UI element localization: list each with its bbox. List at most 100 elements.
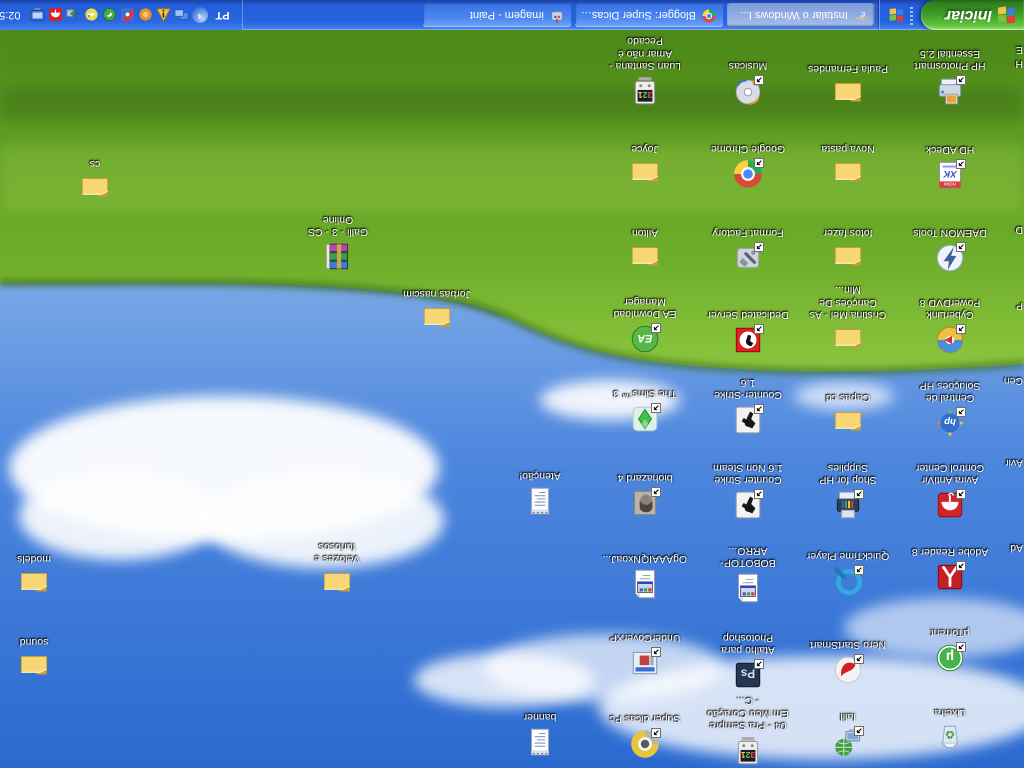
network-pair-tray-icon[interactable] [174, 8, 189, 23]
desktop-icon-lalil[interactable]: lalil [806, 711, 890, 759]
folder-icon [420, 302, 454, 336]
desktop-icon-central-de-solu-es-hp[interactable]: hpCentral de Soluções HP [908, 379, 992, 440]
desktop-icon-torrent[interactable]: µµTorrent [908, 627, 992, 675]
desktop-icon-04-pra-sempre-em-meu-cora-o-c[interactable]: 32104 - Pra Sempre Em Meu Coração - C... [706, 695, 790, 768]
desktop-icon-biohazard-4[interactable]: biohazard 4 [603, 472, 687, 520]
clipped-label-fragment: Cen [1004, 375, 1023, 387]
red-blue-app-tray-icon[interactable] [120, 8, 135, 23]
desktop-icon-format-factory[interactable]: Format Factory [706, 227, 790, 275]
desktop-icon-quicktime-player[interactable]: QuickTime Player [806, 550, 890, 598]
desktop-icon-banner[interactable]: banner [498, 711, 582, 759]
desktop-icon-velozes-e-furiosos[interactable]: Velozes e furiosos [295, 540, 379, 601]
desktop-icon-daemon-tools[interactable]: DAEMON Tools [908, 227, 992, 275]
green-app-tray-icon[interactable] [102, 8, 117, 23]
desktop-icon-dedicated-server[interactable]: Dedicated Server [706, 309, 790, 357]
desktop-icon-label: Galli - 3 - CS Online [296, 213, 380, 238]
shortcut-arrow-icon [651, 728, 661, 738]
hp-photosmart-icon [933, 74, 967, 108]
image-file-icon [628, 567, 662, 601]
desktop-icon-label: The Sims™ 3 [603, 388, 687, 400]
taskbar-task-instalar-o-windows-i[interactable]: eInstalar o Windows I... [727, 3, 875, 27]
desktop-icon-jorbas-nascim[interactable]: Jorbas nascim [395, 288, 479, 336]
desktop-icon-capas-cd[interactable]: Capas cd [806, 392, 890, 440]
globe-pc-icon [831, 725, 865, 759]
desktop-icon-the-sims-3[interactable]: The Sims™ 3 [603, 388, 687, 436]
tray-chevron-icon[interactable]: ‹ [192, 7, 208, 23]
desktop-icon-joyce[interactable]: Joyce [603, 143, 687, 191]
desktop-icon-ailton[interactable]: Ailton [603, 227, 687, 275]
start-button-label: Iniciar [945, 6, 992, 24]
svg-text:hp: hp [944, 416, 956, 427]
desktop-icon-sound[interactable]: sound [0, 636, 76, 684]
desktop-icon-hd-adeck[interactable]: HDMIXKHD ADeck [908, 144, 992, 192]
desktop-icon-ea-download-manager[interactable]: EAEA Download Manager [603, 295, 687, 356]
desktop-icon-nova-pasta[interactable]: Nova pasta [806, 143, 890, 191]
desktop-icon-label: Lixeira [908, 707, 992, 719]
desktop-icon-counter-strike-1-6[interactable]: Counter-Strike 1.6 [706, 376, 790, 437]
avira-tray-icon[interactable] [48, 8, 63, 23]
desktop-icon-cristina-mel-as-can-es-de-min[interactable]: Cristina Mel - As Canções De Min... [806, 284, 890, 357]
desktop-icon-ogaaaiqnxoaj[interactable]: OgAAAIQNxoaJ... [603, 553, 687, 601]
task-label: Blogger: Super Dicas ... [581, 9, 696, 21]
shortcut-arrow-icon [854, 489, 864, 499]
desktop-icon-label: cs [53, 158, 137, 170]
green-arrow-tray-icon[interactable] [66, 8, 81, 23]
taskbar-task-imagem-paint[interactable]: imagem - Paint [423, 3, 571, 27]
desktop-icon-shop-for-hp-supplies[interactable]: Shop for HP Supplies [806, 461, 890, 522]
clipped-label-fragment: Avir [1005, 457, 1023, 469]
orange-app-tray-icon[interactable] [138, 8, 153, 23]
desktop-icon-label: Google Chrome [706, 143, 790, 155]
clipped-label-fragment: E [1016, 44, 1023, 56]
shortcut-arrow-icon [956, 324, 966, 334]
desktop-icon-label: models [0, 553, 76, 565]
svg-text:XK: XK [942, 168, 957, 179]
desktop-icon-nero-startsmart[interactable]: Nero StartSmart [806, 639, 890, 687]
taskbar-task-blogger-super-dicas[interactable]: Blogger: Super Dicas ... [575, 3, 723, 27]
shortcut-arrow-icon [956, 642, 966, 652]
warning-tray-icon[interactable] [156, 8, 171, 23]
folder-icon [628, 241, 662, 275]
svg-text:Ps: Ps [740, 667, 755, 680]
chrome-icon [701, 6, 717, 25]
desktop-icon-musicas[interactable]: Musicas [706, 60, 790, 108]
desktop-icon-bobotop-arro[interactable]: BOBOTOP-ARRO... [706, 544, 790, 605]
desktop-icon-cs[interactable]: cs [53, 158, 137, 206]
desktop-icon-cyberlink-powerdvd-8[interactable]: CyberLink PowerDVD 8 [908, 296, 992, 357]
shortcut-arrow-icon [956, 242, 966, 252]
desktop-icon-super-dicas-pc[interactable]: Super dicas Pc [603, 713, 687, 761]
desktop-icon-paula-fernandes[interactable]: Paula Fernandes [806, 63, 890, 111]
hdadeck-icon: HDMIXK [933, 158, 967, 192]
desktop-icon-counter-strike-1-6-non-steam[interactable]: Counter Strike 1.6 Non Steam [706, 461, 790, 522]
quick-launch-windows-icon[interactable] [886, 4, 906, 26]
start-button[interactable]: Iniciar [921, 0, 1024, 30]
desktop-icon-galli-3-cs-online[interactable]: Galli - 3 - CS Online [296, 213, 380, 274]
task-buttons: eInstalar o Windows I... Blogger: Super D… [423, 0, 879, 30]
desktop-icon-models[interactable]: models [0, 553, 76, 601]
desktop-icon-fotos-fazer[interactable]: fotos fazer [806, 227, 890, 275]
svg-text:e: e [859, 10, 865, 24]
quick-launch-grip[interactable] [910, 5, 913, 25]
task-label: imagem - Paint [470, 9, 544, 21]
desktop-icon-lixeira[interactable]: ♻Lixeira [908, 707, 992, 755]
sims-icon [628, 402, 662, 436]
bird-app-tray-icon[interactable] [84, 8, 99, 23]
desktop-icon-hp-photosmart-essential-2-5[interactable]: HP Photosmart Essential 2.5 [908, 47, 992, 108]
desktop-icon-label: Avira AntiVir Control Center [908, 461, 992, 486]
cs-icon [731, 488, 765, 522]
desktop-icon-label: sound [0, 636, 76, 648]
desktop-icon-undercoverxp[interactable]: UnderCoverXP [603, 632, 687, 680]
display-tray-icon[interactable] [30, 8, 45, 23]
desktop-icon-google-chrome[interactable]: Google Chrome [706, 143, 790, 191]
shortcut-arrow-icon [956, 75, 966, 85]
language-indicator[interactable]: PT [211, 7, 235, 23]
clipped-label-fragment: D [1015, 224, 1023, 236]
desktop-icon-atalho-para-photoshop[interactable]: PsAtalho para Photoshop [706, 631, 790, 692]
desktop-icon-aten-o[interactable]: Atenção! [498, 470, 582, 518]
paint-icon [549, 6, 565, 25]
desktop-icon-luan-santana-amar-n-o-pecado[interactable]: 321Luan Santana - Amar não é Pecado [603, 35, 687, 108]
desktop-icon-label: Velozes e furiosos [295, 540, 379, 565]
desktop-icon-adobe-reader-8[interactable]: Adobe Reader 8 [908, 546, 992, 594]
desktop-icon-avira-antivir-control-center[interactable]: Avira AntiVir Control Center [908, 461, 992, 522]
shortcut-arrow-icon [754, 158, 764, 168]
photoshop-icon: Ps [731, 658, 765, 692]
